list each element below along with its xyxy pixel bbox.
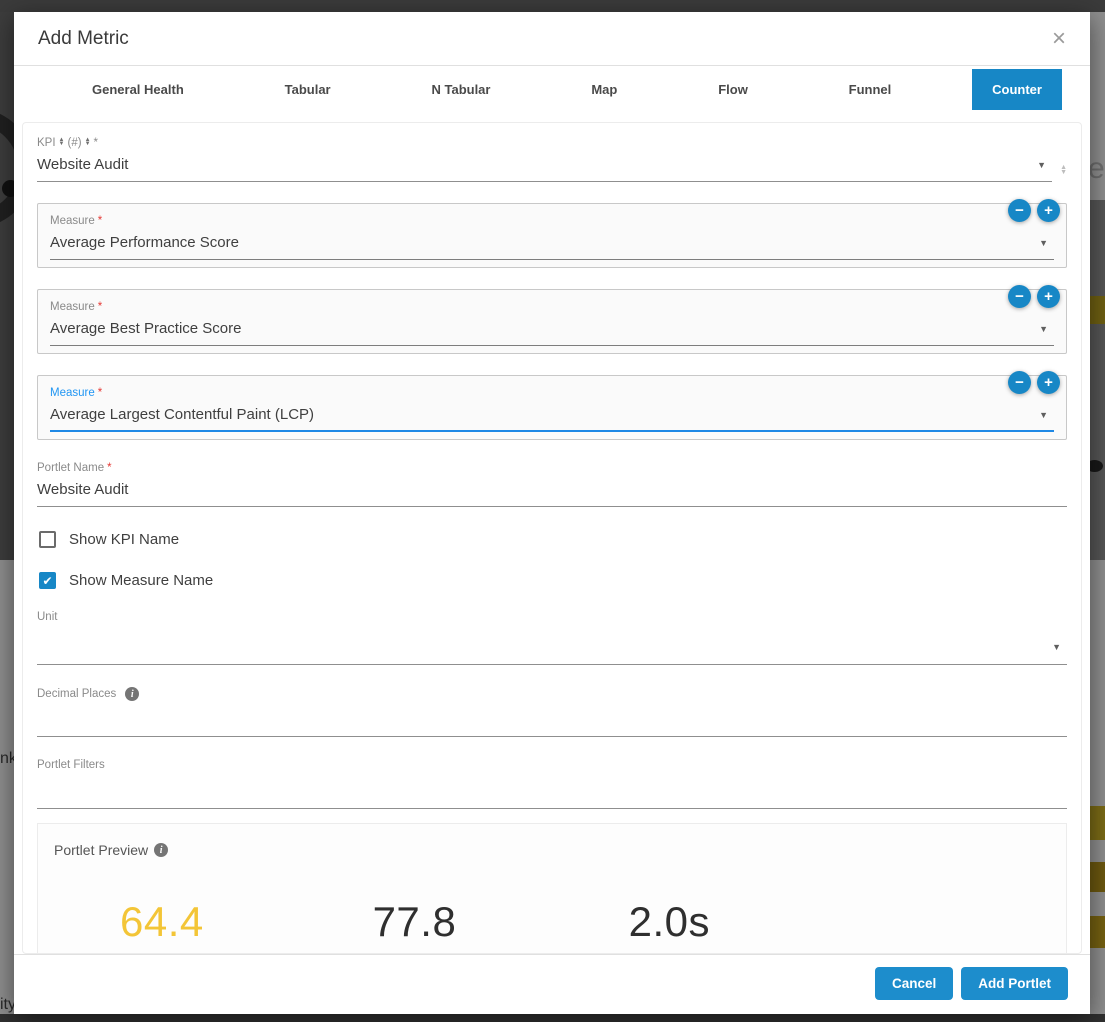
preview-metric-2: 77.8 Avg Best Practice Score [373,898,599,954]
unit-selected-value [37,637,1046,657]
dialog-header: Add Metric × [14,12,1090,65]
portlet-filters-value [37,781,1067,801]
portlet-name-value: Website Audit [37,481,1067,499]
measure-label: Measure* [50,215,1054,227]
show-measure-name-row: ✔ Show Measure Name [39,572,1067,589]
unit-label: Unit [37,611,1067,623]
unit-select[interactable]: ▼ [37,637,1067,665]
cancel-button[interactable]: Cancel [875,967,953,1000]
show-kpi-name-label: Show KPI Name [69,531,179,548]
kpi-label: KPI ▲▼ (#) ▲▼ * [37,137,1052,149]
tab-general-health[interactable]: General Health [72,66,204,112]
portlet-name-input[interactable]: Website Audit [37,481,1067,507]
kpi-select[interactable]: Website Audit ▼ [37,156,1052,182]
portlet-preview-title: Portlet Preview [54,842,148,858]
decimal-places-value [37,709,1067,729]
metric-type-tabs: General Health Tabular N Tabular Map Flo… [14,66,1090,112]
show-kpi-name-row: Show KPI Name [39,531,1067,548]
measure-selected-value: Average Performance Score [50,234,1033,252]
tab-counter[interactable]: Counter [972,66,1062,112]
measure-select[interactable]: Average Best Practice Score ▼ [50,320,1054,346]
metric-value: 2.0s [629,898,957,946]
kpi-spinner-icon[interactable]: ▲▼ [1052,157,1067,182]
measure-select[interactable]: Average Performance Score ▼ [50,234,1054,260]
preview-metrics: 64.4 Avg Performance Score 77.8 Avg Best… [54,898,1050,954]
portlet-preview-panel: Portlet Preview i 64.4 Avg Performance S… [37,823,1067,954]
remove-measure-button[interactable]: − [1008,285,1031,308]
unit-group: Unit ▼ [37,611,1067,665]
tab-funnel[interactable]: Funnel [829,66,912,112]
measure-card-3: − + Measure* Average Largest Contentful … [37,375,1067,440]
tab-flow[interactable]: Flow [698,66,768,112]
remove-measure-button[interactable]: − [1008,199,1031,222]
chevron-down-icon[interactable]: ▼ [1033,410,1054,420]
info-icon[interactable]: i [125,687,139,701]
measure-card-1: − + Measure* Average Performance Score ▼ [37,203,1067,268]
portlet-name-group: Portlet Name* Website Audit [37,462,1067,507]
add-measure-button[interactable]: + [1037,285,1060,308]
measure-label: Measure* [50,301,1054,313]
portlet-filters-input[interactable] [37,781,1067,809]
chevron-down-icon[interactable]: ▼ [1046,642,1067,652]
add-metric-dialog: Add Metric × General Health Tabular N Ta… [14,12,1090,1014]
decimal-places-input[interactable] [37,709,1067,737]
chevron-down-icon[interactable]: ▼ [1033,324,1054,334]
portlet-filters-label: Portlet Filters [37,759,1067,771]
info-icon[interactable]: i [154,843,168,857]
counter-form: KPI ▲▼ (#) ▲▼ * Website Audit ▼ ▲▼ − + [22,122,1082,954]
metric-value: 77.8 [373,898,599,946]
decimal-places-label: Decimal Places i [37,687,1067,701]
show-measure-name-label: Show Measure Name [69,572,213,589]
add-measure-button[interactable]: + [1037,371,1060,394]
close-icon[interactable]: × [1052,27,1066,51]
portlet-name-label: Portlet Name* [37,462,1067,474]
chevron-down-icon[interactable]: ▼ [1031,160,1052,170]
measure-selected-value: Average Largest Contentful Paint (LCP) [50,406,1033,424]
portlet-filters-group: Portlet Filters [37,759,1067,809]
add-measure-button[interactable]: + [1037,199,1060,222]
measure-label: Measure* [50,387,1054,399]
tab-n-tabular[interactable]: N Tabular [411,66,510,112]
tab-map[interactable]: Map [571,66,637,112]
remove-measure-button[interactable]: − [1008,371,1031,394]
sort-icon: ▲▼ [85,138,91,146]
show-measure-name-checkbox[interactable]: ✔ [39,572,56,589]
checkmark-icon: ✔ [42,574,52,588]
measure-selected-value: Average Best Practice Score [50,320,1033,338]
dialog-title: Add Metric [38,28,129,50]
dialog-footer: Cancel Add Portlet [14,954,1090,1014]
decimal-places-group: Decimal Places i [37,687,1067,737]
show-kpi-name-checkbox[interactable] [39,531,56,548]
measure-select[interactable]: Average Largest Contentful Paint (LCP) ▼ [50,406,1054,432]
kpi-field-wrap: KPI ▲▼ (#) ▲▼ * Website Audit ▼ ▲▼ [37,137,1067,182]
add-portlet-button[interactable]: Add Portlet [961,967,1068,1000]
sort-icon: ▲▼ [59,138,65,146]
chevron-down-icon[interactable]: ▼ [1033,238,1054,248]
preview-metric-1: 64.4 Avg Performance Score [120,898,343,954]
measure-card-2: − + Measure* Average Best Practice Score… [37,289,1067,354]
tab-tabular[interactable]: Tabular [265,66,351,112]
kpi-selected-value: Website Audit [37,156,1031,174]
metric-value: 64.4 [120,898,343,946]
preview-metric-3: 2.0s Avg Largest Contentful Paint (LCP) [629,898,957,954]
